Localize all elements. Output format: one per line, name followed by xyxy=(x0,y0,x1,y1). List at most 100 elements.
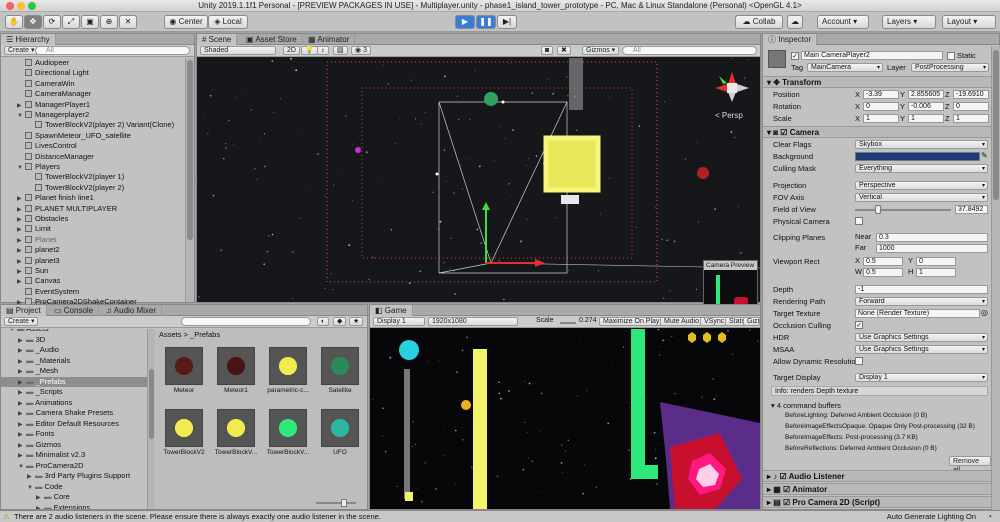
maximize-on-play-toggle[interactable]: Maximize On Play xyxy=(599,317,664,326)
shading-mode-dropdown[interactable]: Shaded xyxy=(200,46,276,55)
close-window-icon[interactable] xyxy=(6,2,14,10)
layout-dropdown[interactable]: Layout ▾ xyxy=(942,15,996,29)
fov-slider[interactable] xyxy=(855,209,951,211)
scale-tool-button[interactable]: ⤢ xyxy=(62,15,80,29)
green-sphere-object[interactable] xyxy=(484,92,498,106)
asset-breadcrumb[interactable]: Assets > _Prefabs xyxy=(159,329,220,340)
hierarchy-item[interactable]: ▼ Players xyxy=(1,162,60,173)
scene-camera-button[interactable]: ◙ xyxy=(541,46,554,55)
background-color-swatch[interactable] xyxy=(855,152,980,161)
depth-field[interactable]: -1 xyxy=(855,285,988,294)
fov-field[interactable]: 37.8492 xyxy=(955,205,988,214)
asset-item[interactable]: parametric-c... xyxy=(263,347,313,394)
scale-slider[interactable] xyxy=(560,322,576,324)
pivot-local-button[interactable]: ◈ Local xyxy=(208,15,248,29)
hierarchy-scrollbar[interactable] xyxy=(185,58,194,302)
custom-tool-button[interactable]: ✕ xyxy=(119,15,137,29)
tab-audio-mixer[interactable]: ♫ Audio Mixer xyxy=(101,305,163,316)
tab-inspector[interactable]: ⓘ Inspector xyxy=(763,34,818,45)
transform-header[interactable]: ▾ ✥ Transform xyxy=(763,76,991,88)
transform-tool-button[interactable]: ⊕ xyxy=(100,15,118,29)
scene-search-input[interactable]: All xyxy=(622,46,757,55)
active-checkbox[interactable]: ✓ xyxy=(791,52,799,60)
clear-flags-dropdown[interactable]: Skybox xyxy=(855,140,988,149)
transform-z-field[interactable]: -19.6910 xyxy=(953,90,989,99)
move-tool-button[interactable]: ✥ xyxy=(24,15,42,29)
hierarchy-item[interactable]: ▼ Managerplayer2 xyxy=(1,110,89,121)
icon-size-slider[interactable] xyxy=(316,502,356,504)
effects-toggle[interactable]: ▨ xyxy=(333,46,348,55)
project-folder-item[interactable]: ▶ ▬ _Audio xyxy=(1,345,147,356)
animator-header[interactable]: ▸ ▦ ☑ Animator xyxy=(763,483,991,495)
msaa-dropdown[interactable]: Use Graphics Settings xyxy=(855,345,988,354)
pivot-center-button[interactable]: ◉ Center xyxy=(164,15,208,29)
project-folder-item[interactable]: ▶ ▬ Editor Default Resources xyxy=(1,419,147,430)
near-field[interactable]: 0.3 xyxy=(876,233,988,242)
hierarchy-item[interactable]: TowerBlockV2(player 1) xyxy=(1,172,124,183)
transform-z-field[interactable]: 1 xyxy=(953,114,989,123)
project-folder-item[interactable]: ▶ ▬ _Mesh xyxy=(1,366,147,377)
transform-y-field[interactable]: 2.855605 xyxy=(908,90,944,99)
cloud-button[interactable]: ☁ xyxy=(787,15,803,29)
project-folder-item[interactable]: ▶ ▬ Fonts xyxy=(1,429,147,440)
hierarchy-item[interactable]: DistanceManager xyxy=(1,152,94,163)
asset-item[interactable]: Meteor xyxy=(159,347,209,394)
eyedropper-icon[interactable]: ✎ xyxy=(981,151,988,160)
target-texture-field[interactable]: None (Render Texture) xyxy=(855,309,980,318)
yellow-cube-object[interactable] xyxy=(543,135,601,193)
physical-camera-checkbox[interactable] xyxy=(855,217,863,225)
hierarchy-item[interactable]: CameraWin xyxy=(1,79,75,90)
project-folder-item[interactable]: ▶ ▬ _Prefabs xyxy=(1,376,147,387)
hierarchy-item[interactable]: LivesControl xyxy=(1,141,77,152)
project-folder-item[interactable]: ▶ ▬ 3D xyxy=(1,335,147,346)
red-planet-object[interactable] xyxy=(697,167,709,179)
far-field[interactable]: 1000 xyxy=(876,244,988,253)
transform-x-field[interactable]: 1 xyxy=(863,114,899,123)
vsync-toggle[interactable]: VSync xyxy=(700,317,729,326)
pro-camera-2d-header[interactable]: ▸ ▤ ☑ Pro Camera 2D (Script) xyxy=(763,496,991,508)
display-dropdown[interactable]: Display 1 xyxy=(373,317,425,326)
static-checkbox[interactable] xyxy=(947,52,955,60)
hierarchy-search-input[interactable]: All xyxy=(35,46,190,55)
asset-item[interactable]: Satellite xyxy=(315,347,365,394)
rect-tool-button[interactable]: ▣ xyxy=(81,15,99,29)
project-folder-item[interactable]: ▼ ▬ ProCamera2D xyxy=(1,461,147,472)
purple-object[interactable] xyxy=(355,147,361,153)
step-button[interactable]: ▶| xyxy=(497,15,517,29)
projection-dropdown[interactable]: Perspective xyxy=(855,181,988,190)
game-viewport[interactable] xyxy=(370,329,760,509)
viewport-w-field[interactable]: 0.5 xyxy=(863,268,903,277)
hierarchy-item[interactable]: TowerBlockV2(player 2) xyxy=(1,183,124,194)
fov-slider-handle[interactable] xyxy=(875,205,881,214)
camera-header[interactable]: ▾ ◙ ☑ Camera xyxy=(763,126,991,138)
tab-hierarchy[interactable]: ☰ Hierarchy xyxy=(1,34,56,45)
object-picker-icon[interactable]: ◎ xyxy=(981,308,988,317)
hierarchy-item[interactable]: ▶ planet2 xyxy=(1,245,60,256)
transform-y-field[interactable]: -0.006 xyxy=(908,102,944,111)
resolution-dropdown[interactable]: 1920x1080 xyxy=(428,317,518,326)
minimize-window-icon[interactable] xyxy=(17,2,25,10)
persp-label[interactable]: < Persp xyxy=(715,111,743,120)
tab-asset-store[interactable]: ▣ Asset Store xyxy=(241,34,303,45)
maximize-window-icon[interactable] xyxy=(28,2,36,10)
play-button[interactable]: ▶ xyxy=(455,15,475,29)
hierarchy-item[interactable]: Directional Light xyxy=(1,68,89,79)
command-buffers-title[interactable]: ▾ 4 command buffers xyxy=(771,401,841,410)
transform-y-field[interactable]: 1 xyxy=(908,114,944,123)
hierarchy-item[interactable]: ▶ Canvas xyxy=(1,276,60,287)
gizmos-dropdown[interactable]: Gizmos ▾ xyxy=(582,46,620,55)
mute-audio-toggle[interactable]: Mute Audio xyxy=(660,317,704,326)
fov-axis-dropdown[interactable]: Vertical xyxy=(855,193,988,202)
viewport-x-field[interactable]: 0.5 xyxy=(863,257,903,266)
asset-item[interactable]: Meteor1 xyxy=(211,347,261,394)
viewport-y-field[interactable]: 0 xyxy=(916,257,956,266)
scene-viewport[interactable]: < Persp xyxy=(197,58,760,302)
lighting-toggle[interactable]: 💡 xyxy=(301,46,318,55)
hierarchy-item[interactable]: ▶ ManagerPlayer1 xyxy=(1,100,90,111)
layer-dropdown[interactable]: PostProcessing xyxy=(911,63,989,72)
project-folder-item[interactable]: ▶ ▬ Minimalist v2.3 xyxy=(1,450,147,461)
project-folder-item[interactable]: ▼ ▬ Code xyxy=(1,482,147,493)
project-folder-item[interactable]: ▶ ▬ _Scripts xyxy=(1,387,147,398)
audio-toggle[interactable]: ♪ xyxy=(317,46,329,55)
hierarchy-item[interactable]: EventSystem xyxy=(1,287,79,298)
